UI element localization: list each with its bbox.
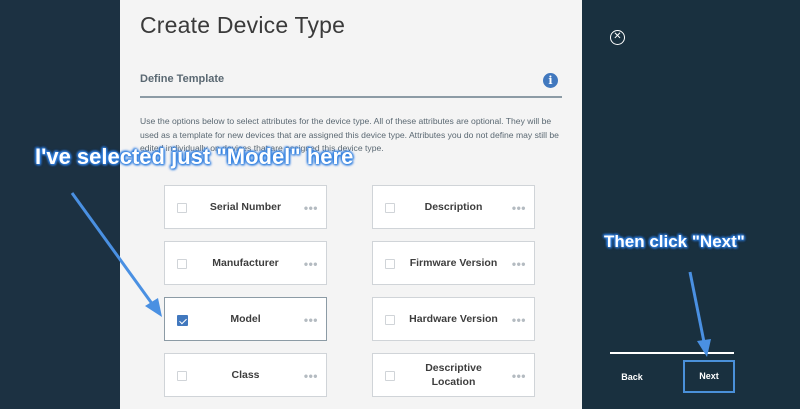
checkbox[interactable]: [385, 371, 395, 381]
more-options-icon[interactable]: •••: [512, 313, 526, 327]
nav-divider: [610, 352, 734, 354]
option-label: Description: [424, 201, 483, 213]
more-options-icon[interactable]: •••: [304, 369, 318, 383]
checkbox[interactable]: [177, 371, 187, 381]
dialog-panel: Create Device Type Define Template i Use…: [120, 0, 582, 409]
annotation-selected-note: I've selected just "Model" here: [35, 144, 354, 169]
option-label: Model: [230, 313, 261, 325]
option-firmware-version[interactable]: Firmware Version •••: [372, 241, 535, 285]
option-serial-number[interactable]: Serial Number •••: [164, 185, 327, 229]
checkbox[interactable]: [177, 259, 187, 269]
more-options-icon[interactable]: •••: [304, 201, 318, 215]
more-options-icon[interactable]: •••: [304, 257, 318, 271]
checkbox-checked[interactable]: [177, 315, 188, 326]
option-description[interactable]: Description •••: [372, 185, 535, 229]
next-button[interactable]: Next: [683, 360, 735, 393]
checkbox[interactable]: [385, 315, 395, 325]
option-model[interactable]: Model •••: [164, 297, 327, 341]
more-options-icon[interactable]: •••: [512, 257, 526, 271]
checkbox[interactable]: [385, 259, 395, 269]
more-options-icon[interactable]: •••: [512, 369, 526, 383]
background-left: [0, 0, 120, 409]
more-options-icon[interactable]: •••: [512, 201, 526, 215]
option-label: Descriptive Location: [425, 362, 482, 388]
annotation-next-note: Then click "Next": [604, 232, 745, 251]
option-manufacturer[interactable]: Manufacturer •••: [164, 241, 327, 285]
checkbox[interactable]: [385, 203, 395, 213]
close-icon[interactable]: ✕: [610, 30, 625, 45]
dialog-title: Create Device Type: [140, 12, 346, 38]
checkbox[interactable]: [177, 203, 187, 213]
background-right: [582, 0, 800, 409]
section-title: Define Template: [140, 73, 225, 85]
more-options-icon[interactable]: •••: [304, 313, 318, 327]
option-descriptive-location[interactable]: Descriptive Location •••: [372, 353, 535, 397]
section-divider: [140, 96, 562, 98]
option-class[interactable]: Class •••: [164, 353, 327, 397]
option-hardware-version[interactable]: Hardware Version •••: [372, 297, 535, 341]
option-label: Hardware Version: [409, 313, 498, 325]
option-label: Manufacturer: [212, 257, 279, 269]
option-label: Firmware Version: [409, 257, 498, 269]
option-label: Serial Number: [209, 201, 282, 213]
option-label: Class: [231, 369, 260, 381]
info-icon[interactable]: i: [543, 73, 558, 88]
back-button[interactable]: Back: [610, 362, 654, 392]
